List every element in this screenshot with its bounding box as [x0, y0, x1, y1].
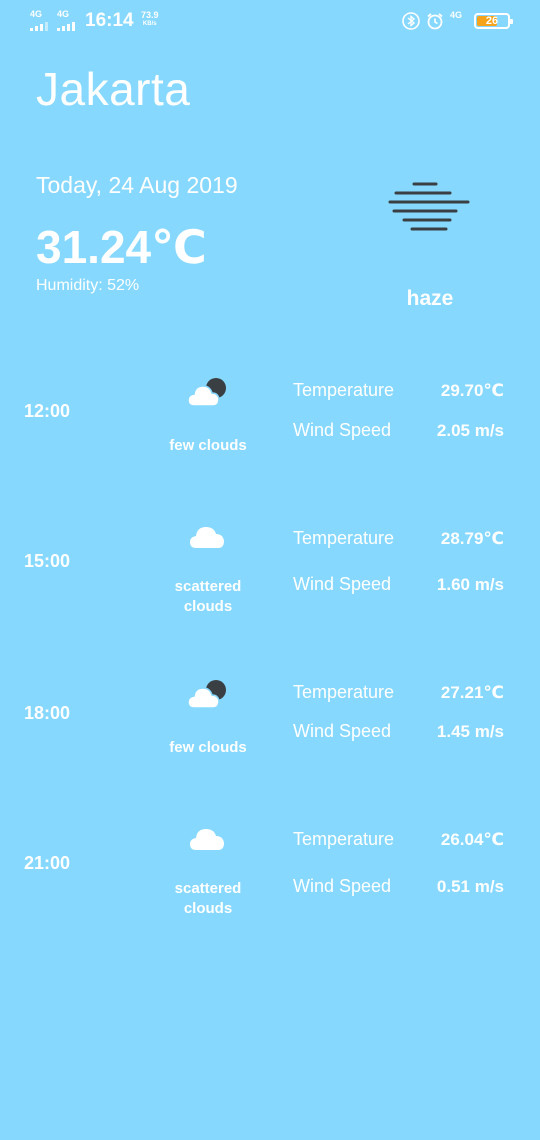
few-clouds-icon [187, 378, 226, 407]
forecast-condition: few clouds [148, 738, 268, 758]
forecast-time: 15:00 [24, 551, 71, 571]
signal-type-label: 4G [57, 9, 70, 19]
wind-speed-label: Wind Speed [293, 574, 392, 594]
forecast-condition-line: clouds [183, 900, 233, 917]
scattered-clouds-icon [190, 829, 224, 850]
scattered-clouds-icon [190, 527, 224, 548]
signal-strength-icon: 4G [30, 9, 48, 31]
forecast-time: 21:00 [24, 853, 71, 873]
current-condition: haze [406, 287, 454, 310]
status-bar: 4G 4G 16:14 73.9 KB/s 4G 26 [0, 0, 540, 42]
status-icons: 4G 26 [402, 10, 513, 32]
forecast-condition: scattered clouds [148, 879, 268, 919]
temperature-label: Temperature [293, 528, 395, 548]
forecast-time: 18:00 [24, 703, 71, 723]
city-name: Jakarta [36, 63, 191, 115]
temperature-value: 27.21℃ [440, 683, 504, 702]
wind-speed-value: 1.45 m/s [436, 722, 504, 741]
few-clouds-icon [187, 680, 226, 709]
bluetooth-icon [402, 12, 420, 30]
forecast-condition-line: clouds [183, 598, 233, 615]
forecast-time: 12:00 [24, 401, 71, 421]
temperature-value: 28.79℃ [440, 529, 504, 548]
haze-icon [388, 182, 470, 231]
signal-type-label: 4G [30, 9, 43, 19]
wind-speed-value: 1.60 m/s [436, 575, 504, 594]
wind-speed-label: Wind Speed [293, 721, 392, 741]
forecast-condition-line: few clouds [169, 437, 247, 454]
network-speed-value: 73.9 [141, 10, 159, 20]
forecast-condition: few clouds [148, 436, 268, 456]
wind-speed-value: 2.05 m/s [436, 421, 504, 440]
current-temperature: 31.24℃ [36, 221, 207, 273]
temperature-label: Temperature [293, 829, 395, 849]
forecast-condition: scattered clouds [148, 577, 268, 617]
forecast-condition-line: scattered [174, 578, 242, 595]
temperature-label: Temperature [293, 682, 395, 702]
temperature-label: Temperature [293, 380, 395, 400]
current-date: Today, 24 Aug 2019 [36, 172, 238, 198]
forecast-condition-line: few clouds [169, 739, 247, 756]
signal-strength-icon: 4G [450, 11, 468, 31]
signal-strength-icon: 4G [57, 9, 75, 31]
alarm-icon [427, 13, 443, 30]
wind-speed-value: 0.51 m/s [436, 877, 504, 896]
network-speed-unit: KB/s [142, 21, 157, 27]
network-speed: 73.9 KB/s [141, 11, 159, 29]
wind-speed-label: Wind Speed [293, 420, 392, 440]
signal-type-label: 4G [450, 10, 463, 20]
humidity-label: Humidity: 52% [36, 277, 140, 294]
wind-speed-label: Wind Speed [293, 876, 392, 896]
temperature-value: 26.04℃ [440, 830, 504, 849]
status-clock: 16:14 [85, 10, 134, 31]
battery-level: 26 [485, 15, 499, 27]
forecast-condition-line: scattered [174, 880, 242, 897]
battery-icon: 26 [474, 13, 513, 29]
temperature-value: 29.70℃ [440, 381, 504, 400]
